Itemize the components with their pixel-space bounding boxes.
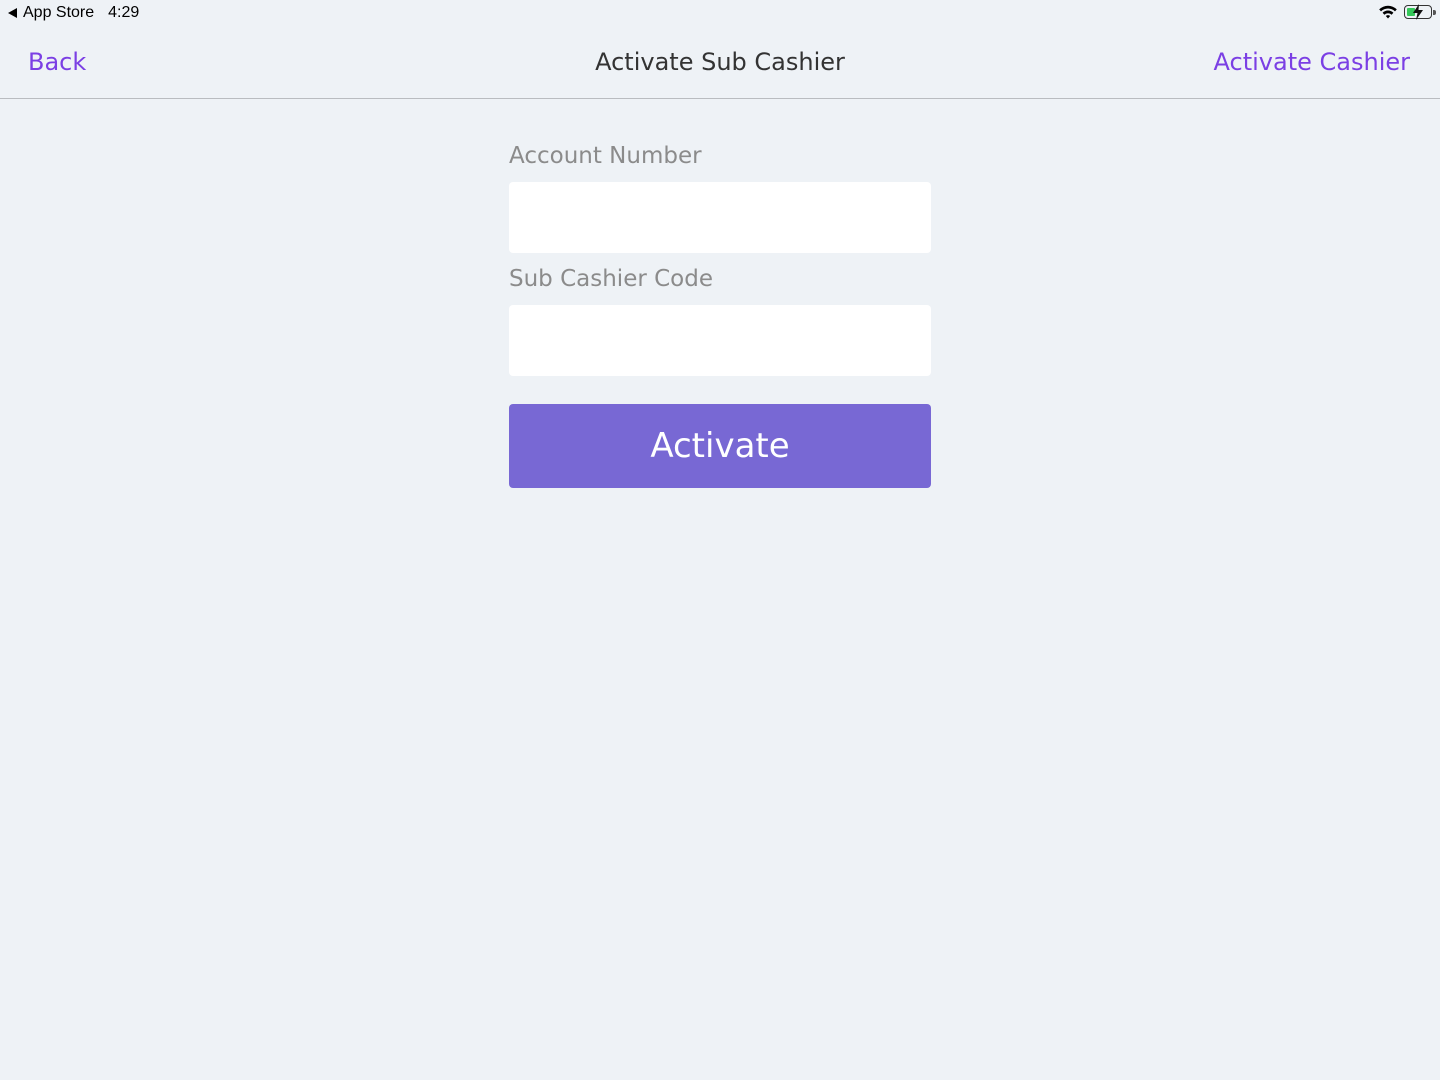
- app-screen: App Store 4:29 Back Activate Sub Cashier…: [0, 0, 1440, 1080]
- account-number-label: Account Number: [509, 143, 702, 169]
- account-number-field[interactable]: [509, 182, 931, 253]
- battery-charging-icon: [1404, 4, 1436, 20]
- navigation-bar: Back Activate Sub Cashier Activate Cashi…: [0, 26, 1440, 99]
- status-icons: [1378, 4, 1436, 20]
- status-time: 4:29: [108, 4, 140, 21]
- battery-cap: [1433, 10, 1436, 15]
- sub-cashier-code-field[interactable]: [509, 305, 931, 376]
- sub-cashier-code-label: Sub Cashier Code: [509, 266, 713, 292]
- activate-cashier-button[interactable]: Activate Cashier: [1214, 48, 1410, 76]
- wifi-icon: [1379, 5, 1397, 19]
- status-bar: App Store 4:29: [0, 0, 1440, 26]
- activation-form: Account Number Sub Cashier Code Activate: [509, 140, 931, 488]
- charging-bolt-icon: [1413, 4, 1423, 20]
- activate-button[interactable]: Activate: [509, 404, 931, 488]
- status-back-link[interactable]: App Store 4:29: [8, 4, 139, 22]
- status-back-app-label: App Store: [23, 4, 95, 21]
- back-triangle-icon: [8, 8, 17, 18]
